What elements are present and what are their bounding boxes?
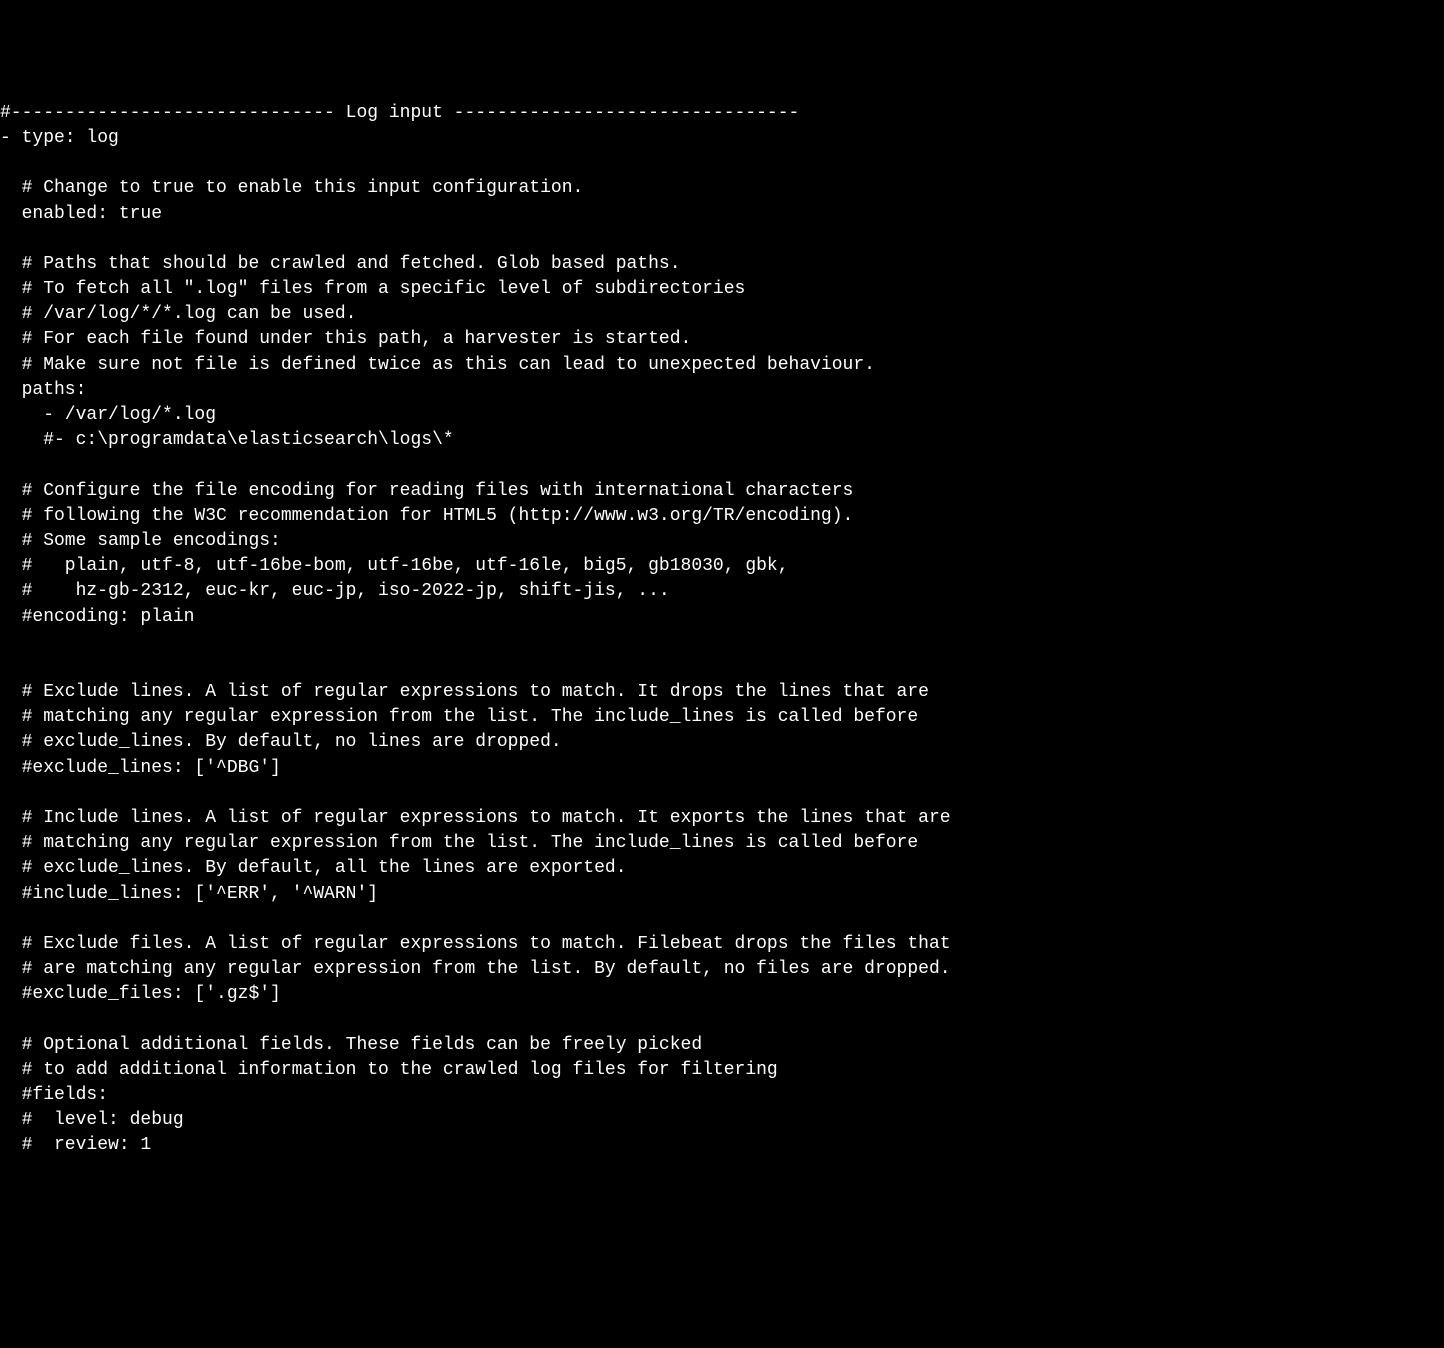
config-line: # Optional additional fields. These fiel… (0, 1033, 1444, 1058)
config-line: # Some sample encodings: (0, 529, 1444, 554)
config-line (0, 630, 1444, 655)
config-line: # review: 1 (0, 1133, 1444, 1158)
config-line: # /var/log/*/*.log can be used. (0, 302, 1444, 327)
config-line: # are matching any regular expression fr… (0, 957, 1444, 982)
config-line: # Exclude lines. A list of regular expre… (0, 680, 1444, 705)
config-line: #fields: (0, 1083, 1444, 1108)
config-line: # Paths that should be crawled and fetch… (0, 252, 1444, 277)
config-line (0, 227, 1444, 252)
config-line: - type: log (0, 126, 1444, 151)
config-line: # For each file found under this path, a… (0, 327, 1444, 352)
config-line: #exclude_lines: ['^DBG'] (0, 756, 1444, 781)
config-line: # matching any regular expression from t… (0, 831, 1444, 856)
config-line (0, 655, 1444, 680)
config-line: # Make sure not file is defined twice as… (0, 353, 1444, 378)
config-line: #include_lines: ['^ERR', '^WARN'] (0, 882, 1444, 907)
config-line: paths: (0, 378, 1444, 403)
config-line (0, 151, 1444, 176)
config-line: #exclude_files: ['.gz$'] (0, 982, 1444, 1007)
config-line (0, 1008, 1444, 1033)
config-line: #- c:\programdata\elasticsearch\logs\* (0, 428, 1444, 453)
config-line: #encoding: plain (0, 605, 1444, 630)
config-line: # Include lines. A list of regular expre… (0, 806, 1444, 831)
config-line (0, 453, 1444, 478)
config-line: # hz-gb-2312, euc-kr, euc-jp, iso-2022-j… (0, 579, 1444, 604)
config-line: # plain, utf-8, utf-16be-bom, utf-16be, … (0, 554, 1444, 579)
config-line (0, 907, 1444, 932)
config-line: # exclude_lines. By default, no lines ar… (0, 730, 1444, 755)
config-line: # to add additional information to the c… (0, 1058, 1444, 1083)
config-line: # matching any regular expression from t… (0, 705, 1444, 730)
config-line: # Configure the file encoding for readin… (0, 479, 1444, 504)
config-line (0, 781, 1444, 806)
config-line: # level: debug (0, 1108, 1444, 1133)
config-line: # following the W3C recommendation for H… (0, 504, 1444, 529)
terminal-output: #------------------------------ Log inpu… (0, 101, 1444, 1159)
config-line: # exclude_lines. By default, all the lin… (0, 856, 1444, 881)
config-line: # To fetch all ".log" files from a speci… (0, 277, 1444, 302)
config-line: # Change to true to enable this input co… (0, 176, 1444, 201)
config-line: # Exclude files. A list of regular expre… (0, 932, 1444, 957)
config-line: #------------------------------ Log inpu… (0, 101, 1444, 126)
config-line: enabled: true (0, 202, 1444, 227)
config-line: - /var/log/*.log (0, 403, 1444, 428)
